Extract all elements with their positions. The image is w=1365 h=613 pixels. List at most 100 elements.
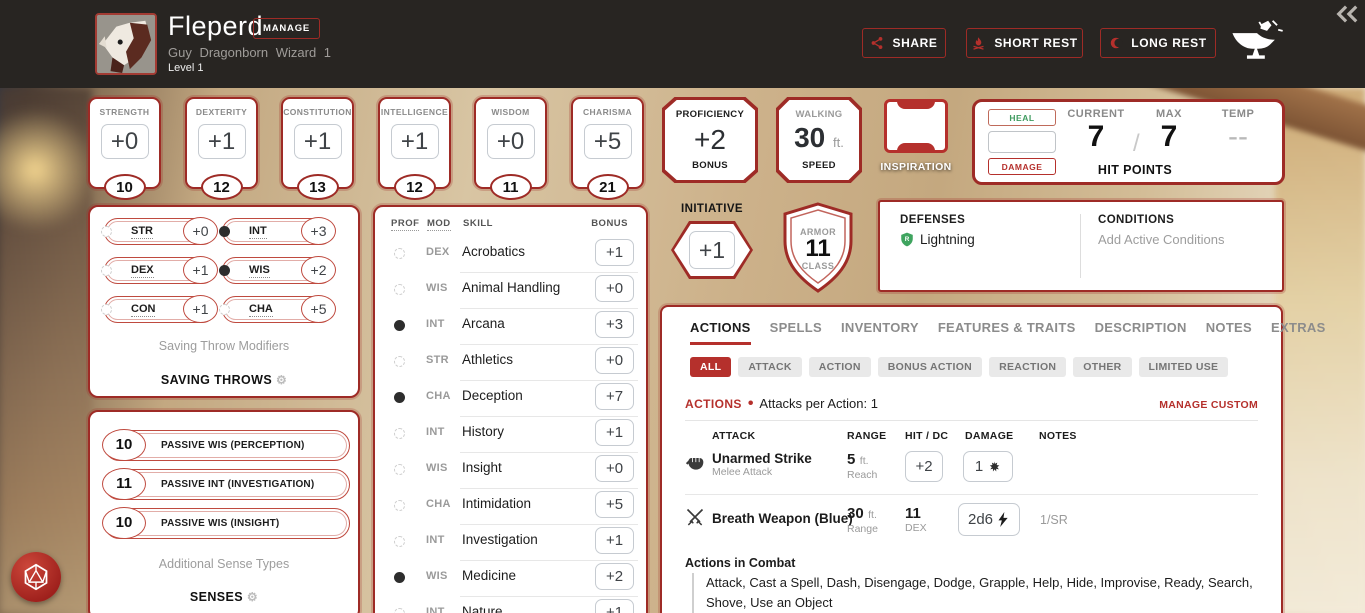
divider — [1080, 214, 1081, 278]
hp-current-value[interactable]: 7 — [1065, 120, 1127, 154]
manage-button[interactable]: MANAGE — [253, 18, 320, 39]
gear-icon[interactable]: ⚙ — [276, 373, 287, 387]
ability-modifier[interactable]: +1 — [198, 124, 246, 159]
saving-throw-con[interactable]: CON +1 — [104, 296, 216, 323]
skill-row-arcana[interactable]: INT Arcana +3 — [387, 309, 638, 345]
limited-use-note: 1/SR — [1040, 513, 1068, 527]
ability-modifier[interactable]: +0 — [101, 124, 149, 159]
ability-modifier[interactable]: +5 — [584, 124, 632, 159]
filter-action[interactable]: ACTION — [809, 357, 871, 377]
saving-throw-str[interactable]: STR +0 — [104, 218, 216, 245]
skill-row-athletics[interactable]: STR Athletics +0 — [387, 345, 638, 381]
skill-row-medicine[interactable]: WIS Medicine +2 — [387, 561, 638, 597]
initiative-value[interactable]: +1 — [689, 231, 735, 269]
filter-reaction[interactable]: REACTION — [989, 357, 1066, 377]
saving-throw-wis[interactable]: WIS +2 — [222, 257, 334, 284]
skill-bonus: +1 — [595, 599, 634, 613]
skill-row-nature[interactable]: INT Nature +1 — [387, 597, 638, 613]
range-unit: ft. — [868, 509, 877, 521]
proficiency-dot — [101, 304, 112, 315]
saving-throw-int[interactable]: INT +3 — [222, 218, 334, 245]
hp-current-label: CURRENT — [1065, 108, 1127, 120]
short-rest-button[interactable]: SHORT REST — [966, 28, 1083, 58]
lightning-icon — [997, 512, 1010, 527]
attack-name: Breath Weapon (Blue) — [712, 511, 853, 526]
tab-description[interactable]: DESCRIPTION — [1095, 320, 1187, 345]
ability-modifier[interactable]: +1 — [391, 124, 439, 159]
add-conditions-placeholder[interactable]: Add Active Conditions — [1098, 232, 1224, 247]
builder-anvil-icon[interactable] — [1228, 18, 1286, 66]
to-hit-box[interactable]: +2 — [905, 451, 943, 482]
filter-all[interactable]: ALL — [690, 357, 731, 377]
hp-temp-label: TEMP — [1207, 108, 1269, 120]
attack-range: 5 ft. Reach — [847, 451, 877, 481]
skill-row-investigation[interactable]: INT Investigation +1 — [387, 525, 638, 561]
avatar[interactable] — [95, 13, 157, 75]
tab-spells[interactable]: SPELLS — [770, 320, 822, 345]
armor-value: 11 — [805, 237, 830, 261]
manage-custom-link[interactable]: MANAGE CUSTOM — [1159, 399, 1258, 411]
filter-bonus-action[interactable]: BONUS ACTION — [878, 357, 982, 377]
skill-mod: WIS — [426, 462, 448, 474]
tab-inventory[interactable]: INVENTORY — [841, 320, 919, 345]
dice-roller-button[interactable] — [11, 552, 61, 602]
ability-label: STRENGTH — [90, 107, 159, 117]
proficiency-top-label: PROFICIENCY — [676, 109, 744, 120]
proficiency-dot — [394, 464, 405, 475]
long-rest-button[interactable]: LONG REST — [1100, 28, 1216, 58]
inspiration-box[interactable] — [884, 99, 948, 153]
save-value: +1 — [183, 295, 218, 323]
skill-bonus: +0 — [595, 455, 634, 482]
tab-actions[interactable]: ACTIONS — [690, 320, 751, 345]
range-kind: Range — [847, 523, 878, 535]
skill-mod: CHA — [426, 390, 451, 402]
collapse-sidebar-icon[interactable] — [1335, 4, 1359, 24]
filter-other[interactable]: OTHER — [1073, 357, 1131, 377]
proficiency-bottom-label: BONUS — [692, 160, 728, 171]
skill-row-history[interactable]: INT History +1 — [387, 417, 638, 453]
saving-throw-cha[interactable]: CHA +5 — [222, 296, 334, 323]
attack-row-unarmed-strike[interactable]: Unarmed Strike Melee Attack — [712, 451, 812, 478]
ability-modifier[interactable]: +0 — [487, 124, 535, 159]
passive-perception: 10 PASSIVE WIS (PERCEPTION) — [104, 430, 350, 461]
armor-bottom-label: CLASS — [802, 261, 835, 271]
tab-features-traits[interactable]: FEATURES & TRAITS — [938, 320, 1076, 345]
skills-card: PROF MOD SKILL BONUS DEX Acrobatics +1 W… — [373, 205, 648, 613]
speed-value[interactable]: 30 ft. — [794, 125, 844, 156]
skill-row-deception[interactable]: CHA Deception +7 — [387, 381, 638, 417]
ability-modifier[interactable]: +1 — [294, 124, 342, 159]
hp-adjust-input[interactable] — [988, 131, 1056, 153]
attack-row-breath-weapon[interactable]: Breath Weapon (Blue) — [712, 511, 853, 526]
defense-item-lightning[interactable]: R Lightning — [900, 232, 975, 247]
proficiency-dot — [394, 500, 405, 511]
skill-row-acrobatics[interactable]: DEX Acrobatics +1 — [387, 237, 638, 273]
heal-button[interactable]: HEAL — [988, 109, 1056, 126]
character-sheet: Fleperd MANAGE Guy Dragonborn Wizard 1 L… — [0, 0, 1365, 613]
skill-row-intimidation[interactable]: CHA Intimidation +5 — [387, 489, 638, 525]
filter-attack[interactable]: ATTACK — [738, 357, 801, 377]
share-icon — [870, 36, 884, 50]
damage-box[interactable]: 2d6 — [958, 503, 1020, 536]
proficiency-dot — [394, 248, 405, 259]
tab-notes[interactable]: NOTES — [1206, 320, 1252, 345]
save-value: +1 — [183, 256, 218, 284]
tab-extras[interactable]: EXTRAS — [1271, 320, 1326, 345]
speed-card: WALKING 30 ft. SPEED — [776, 97, 862, 183]
gear-icon[interactable]: ⚙ — [247, 590, 258, 604]
save-abbr: WIS — [249, 264, 270, 278]
skill-row-insight[interactable]: WIS Insight +0 — [387, 453, 638, 489]
saving-throw-dex[interactable]: DEX +1 — [104, 257, 216, 284]
proficiency-dot — [101, 265, 112, 276]
ability-score: 12 — [201, 174, 243, 200]
skill-row-animal-handling[interactable]: WIS Animal Handling +0 — [387, 273, 638, 309]
damage-box[interactable]: 1 — [963, 451, 1013, 482]
hp-max-value: 7 — [1141, 120, 1197, 154]
share-button[interactable]: SHARE — [862, 28, 946, 58]
proficiency-card: PROFICIENCY +2 BONUS — [662, 97, 758, 183]
hp-temp-value[interactable]: -- — [1207, 120, 1269, 154]
damage-button[interactable]: DAMAGE — [988, 158, 1056, 175]
skills-header-skill: SKILL — [463, 218, 493, 229]
skill-name: History — [462, 424, 504, 439]
hit-points-card: HEAL DAMAGE CURRENT 7 / MAX 7 TEMP -- HI… — [972, 99, 1285, 185]
filter-limited-use[interactable]: LIMITED USE — [1139, 357, 1229, 377]
